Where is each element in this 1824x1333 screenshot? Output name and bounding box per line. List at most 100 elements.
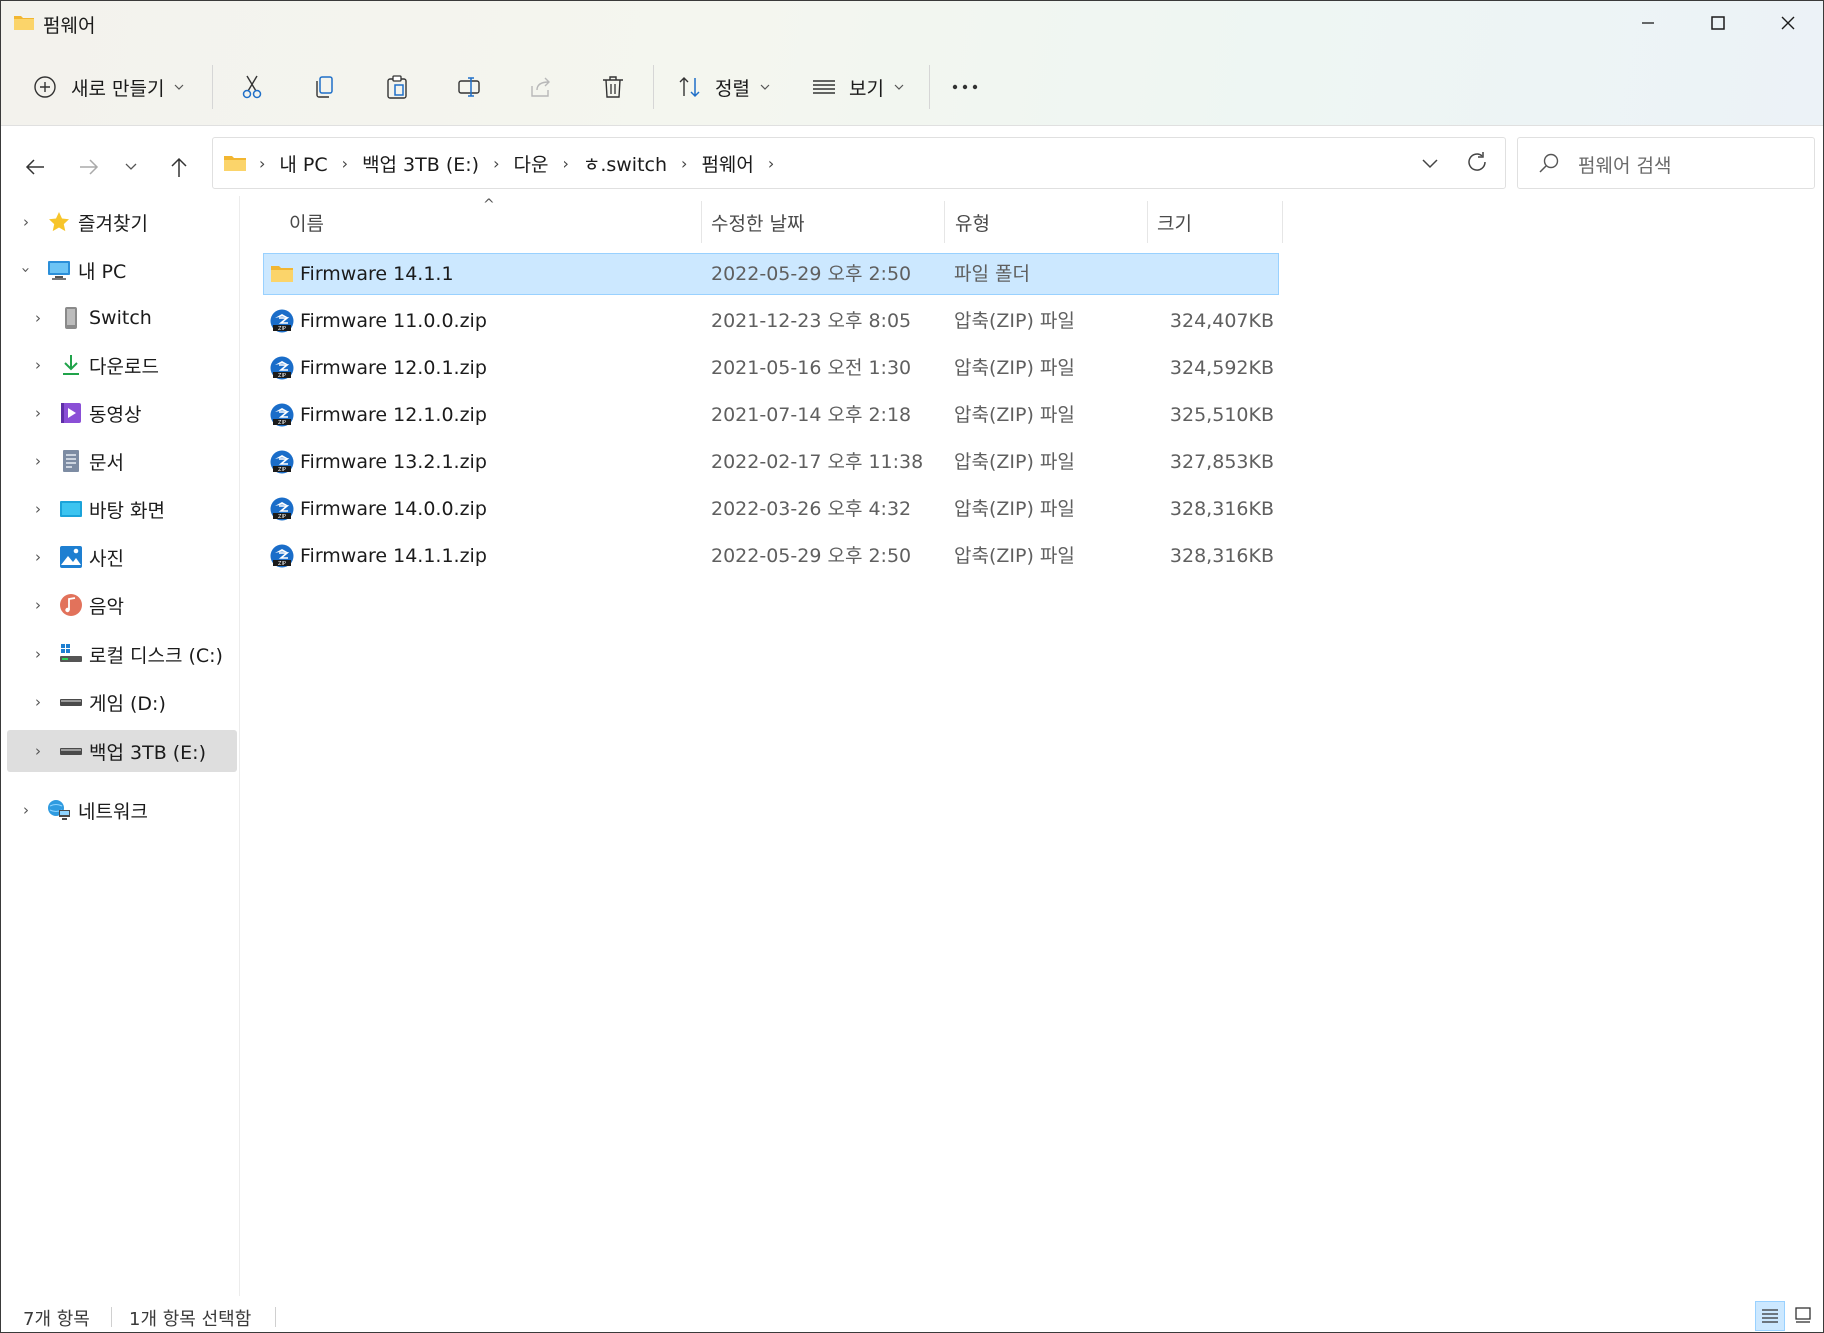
breadcrumb-item-my-pc[interactable]: 내 PC	[273, 150, 333, 177]
file-row-zip[interactable]: ZIP Firmware 11.0.0.zip 2021-12-23 오후 8:…	[263, 300, 1279, 342]
title-bar: 펌웨어	[1, 1, 1823, 45]
file-row-zip[interactable]: ZIP Firmware 14.0.0.zip 2022-03-26 오후 4:…	[263, 488, 1279, 530]
sidebar-item-switch[interactable]: › Switch	[7, 297, 237, 339]
drive-c-icon	[60, 644, 82, 662]
sidebar-item-downloads[interactable]: › 다운로드	[7, 344, 237, 386]
pane-divider[interactable]	[239, 196, 240, 1296]
breadcrumb-item-backup-drive[interactable]: 백업 3TB (E:)	[356, 150, 485, 177]
address-history-button[interactable]	[1421, 151, 1439, 180]
breadcrumb-chevron[interactable]: ›	[485, 154, 507, 173]
expand-chevron-icon[interactable]: ›	[31, 645, 45, 663]
zip-archive-icon: ZIP	[270, 356, 294, 380]
file-explorer-window: 펌웨어 새로 만들기 정렬 보기 › 내 PC › 백업 3TB (E:) › …	[0, 0, 1824, 1333]
file-row-zip[interactable]: ZIP Firmware 12.1.0.zip 2021-07-14 오후 2:…	[263, 394, 1279, 436]
zip-archive-icon: ZIP	[270, 309, 294, 333]
paste-button[interactable]	[384, 59, 410, 115]
file-type: 압축(ZIP) 파일	[954, 357, 1075, 379]
sidebar-item-drive-d[interactable]: › 게임 (D:)	[7, 681, 237, 723]
copy-button[interactable]	[312, 59, 338, 115]
sidebar-item-label: 네트워크	[78, 800, 148, 823]
sidebar-item-drive-c[interactable]: › 로컬 디스크 (C:)	[7, 633, 237, 675]
sidebar-item-desktop[interactable]: › 바탕 화면	[7, 488, 237, 530]
arrow-right-icon	[80, 159, 99, 175]
pc-icon	[48, 261, 70, 280]
sidebar-item-label: 백업 3TB (E:)	[89, 741, 206, 764]
breadcrumb-item-firmware[interactable]: 펌웨어	[695, 150, 759, 177]
refresh-button[interactable]	[1465, 150, 1489, 179]
more-button[interactable]	[951, 59, 979, 115]
arrow-left-icon	[25, 159, 44, 175]
expand-chevron-icon[interactable]: ›	[31, 596, 45, 614]
rename-button[interactable]	[456, 59, 482, 115]
column-header-name[interactable]: 이름	[289, 201, 324, 243]
file-name: Firmware 14.1.1.zip	[300, 545, 487, 567]
breadcrumb-chevron[interactable]: ›	[554, 154, 576, 173]
sort-button[interactable]: 정렬	[677, 59, 770, 115]
breadcrumb-item-switch[interactable]: ㅎ.switch	[577, 150, 673, 177]
share-icon	[531, 77, 550, 97]
column-divider[interactable]	[1147, 201, 1148, 243]
close-icon	[1781, 16, 1795, 30]
minimize-icon	[1642, 22, 1654, 24]
expand-chevron-icon[interactable]: ›	[31, 693, 45, 711]
column-header-type[interactable]: 유형	[955, 201, 990, 243]
expand-chevron-icon[interactable]: ›	[31, 742, 45, 760]
share-button[interactable]	[528, 59, 554, 115]
address-bar[interactable]: › 내 PC › 백업 3TB (E:) › 다운 › ㅎ.switch › 펌…	[212, 137, 1506, 189]
breadcrumb-chevron[interactable]: ›	[673, 154, 695, 173]
file-row-zip[interactable]: ZIP Firmware 14.1.1.zip 2022-05-29 오후 2:…	[263, 535, 1279, 577]
cut-button[interactable]	[239, 59, 265, 115]
column-divider[interactable]	[944, 201, 945, 243]
column-header-size[interactable]: 크기	[1157, 201, 1192, 243]
drive-d-icon	[60, 699, 82, 706]
file-type: 파일 폴더	[954, 263, 1030, 285]
sidebar-item-drive-e[interactable]: › 백업 3TB (E:)	[7, 730, 237, 772]
collapse-chevron-icon[interactable]: ›	[17, 263, 35, 277]
breadcrumb-chevron[interactable]: ›	[760, 154, 782, 173]
minimize-button[interactable]	[1613, 1, 1683, 45]
breadcrumb-chevron[interactable]: ›	[334, 154, 356, 173]
file-date: 2021-07-14 오후 2:18	[711, 404, 912, 426]
details-view-button[interactable]	[1755, 1301, 1785, 1331]
expand-chevron-icon[interactable]: ›	[31, 548, 45, 566]
file-row-zip[interactable]: ZIP Firmware 13.2.1.zip 2022-02-17 오후 11…	[263, 441, 1279, 483]
close-button[interactable]	[1753, 1, 1823, 45]
expand-chevron-icon[interactable]: ›	[31, 356, 45, 374]
file-row-folder[interactable]: Firmware 14.1.1 2022-05-29 오후 2:50 파일 폴더	[263, 253, 1279, 295]
recent-locations-button[interactable]	[117, 149, 145, 185]
expand-chevron-icon[interactable]: ›	[31, 500, 45, 518]
sidebar-item-documents[interactable]: › 문서	[7, 440, 237, 482]
view-button[interactable]: 보기	[811, 59, 904, 115]
column-divider[interactable]	[1282, 201, 1283, 243]
back-button[interactable]	[17, 149, 53, 185]
expand-chevron-icon[interactable]: ›	[31, 309, 45, 327]
sidebar-item-label: 바탕 화면	[89, 499, 165, 522]
sidebar-item-videos[interactable]: › 동영상	[7, 392, 237, 434]
breadcrumb-item-download[interactable]: 다운	[507, 150, 554, 177]
column-divider[interactable]	[701, 201, 702, 243]
file-name: Firmware 11.0.0.zip	[300, 310, 487, 332]
large-icons-view-button[interactable]	[1789, 1301, 1817, 1329]
search-box[interactable]: 펌웨어 검색	[1517, 137, 1815, 189]
forward-button[interactable]	[71, 149, 107, 185]
expand-chevron-icon[interactable]: ›	[19, 801, 33, 819]
new-button[interactable]: 새로 만들기	[33, 59, 184, 115]
delete-button[interactable]	[600, 59, 626, 115]
file-name: Firmware 12.1.0.zip	[300, 404, 487, 426]
sidebar-item-network[interactable]: › 네트워크	[7, 789, 237, 831]
sidebar-item-my-pc[interactable]: › 내 PC	[7, 249, 237, 291]
file-name: Firmware 13.2.1.zip	[300, 451, 487, 473]
chevron-down-icon	[894, 84, 904, 90]
file-type: 압축(ZIP) 파일	[954, 404, 1075, 426]
expand-chevron-icon[interactable]: ›	[19, 213, 33, 231]
sidebar-item-favorites[interactable]: › 즐겨찾기	[7, 201, 237, 243]
up-button[interactable]	[161, 149, 197, 185]
column-header-date[interactable]: 수정한 날짜	[711, 201, 804, 243]
expand-chevron-icon[interactable]: ›	[31, 404, 45, 422]
sidebar-item-music[interactable]: › 음악	[7, 584, 237, 626]
maximize-button[interactable]	[1683, 1, 1753, 45]
file-date: 2021-12-23 오후 8:05	[711, 310, 912, 332]
expand-chevron-icon[interactable]: ›	[31, 452, 45, 470]
file-row-zip[interactable]: ZIP Firmware 12.0.1.zip 2021-05-16 오전 1:…	[263, 347, 1279, 389]
sidebar-item-pictures[interactable]: › 사진	[7, 536, 237, 578]
